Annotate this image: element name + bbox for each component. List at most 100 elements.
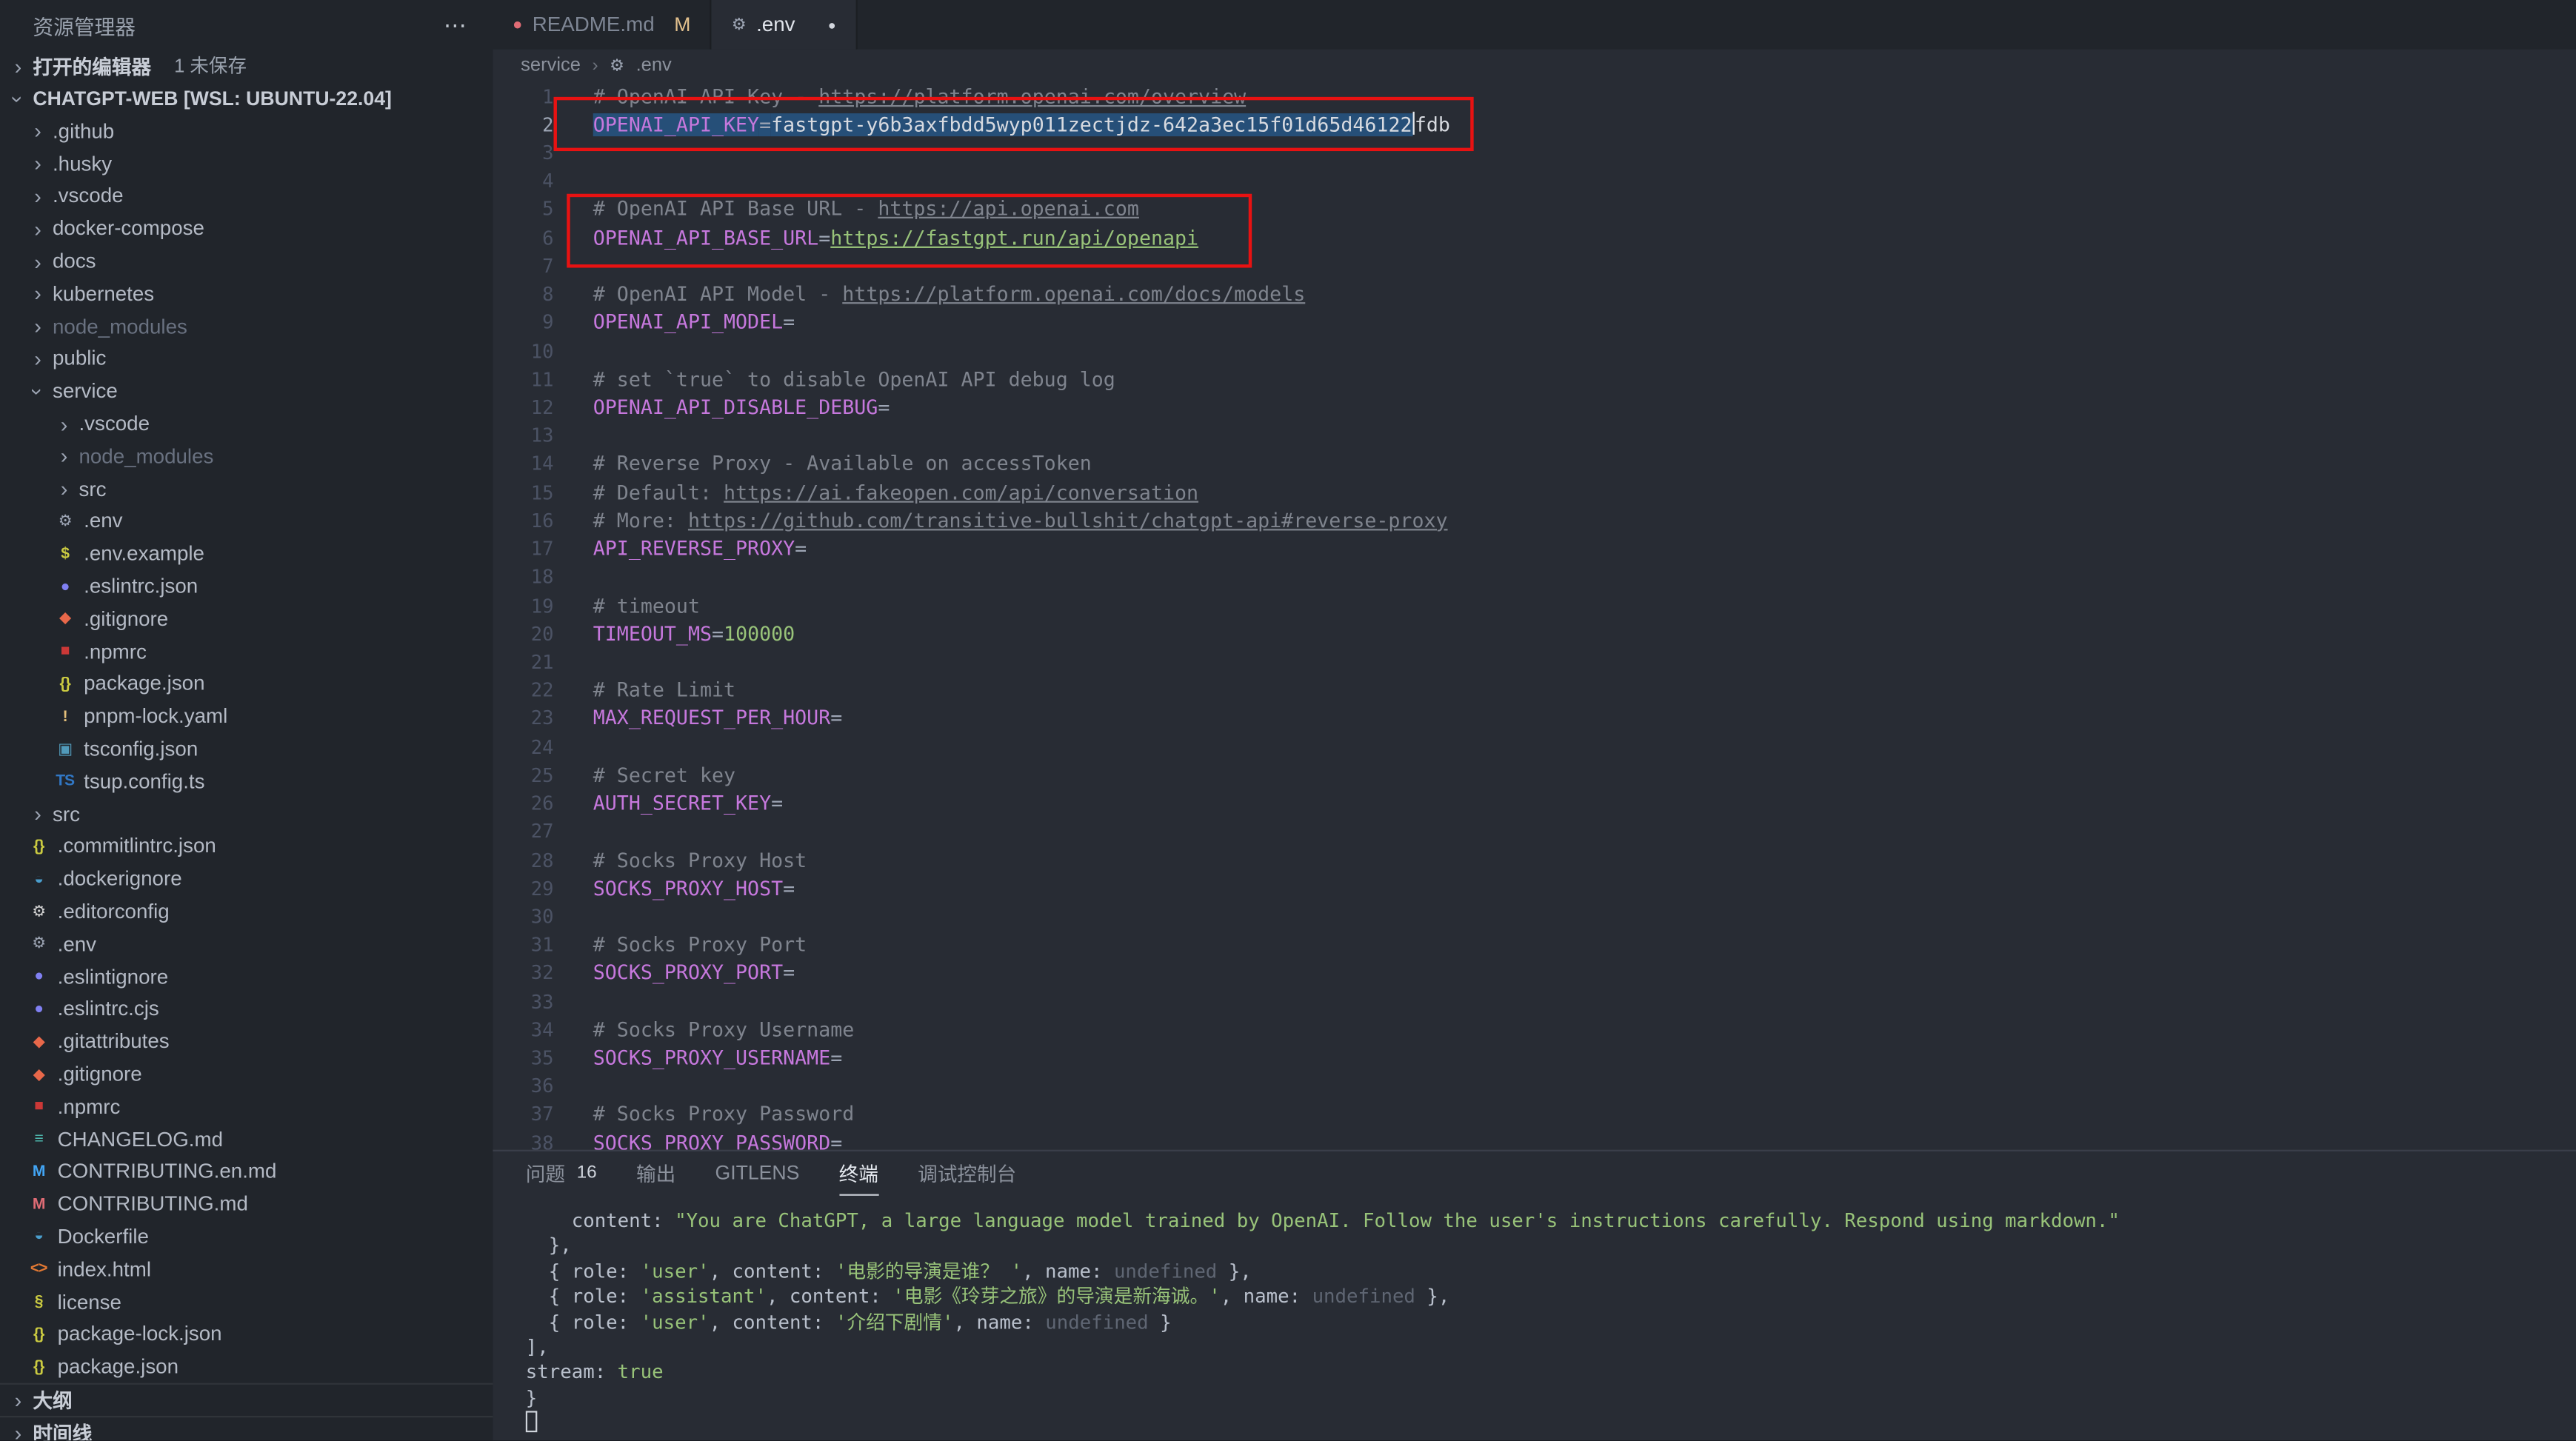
editor-line[interactable]: 9OPENAI_API_MODEL=	[493, 308, 2576, 336]
editor-line[interactable]: 31# Socks Proxy Port	[493, 931, 2576, 959]
editor-line[interactable]: 8# OpenAI API Model - https://platform.o…	[493, 280, 2576, 308]
tree-folder-.vscode[interactable]: ›.vscode	[0, 407, 493, 440]
editor-line[interactable]: 27	[493, 818, 2576, 846]
breadcrumb-item[interactable]: service	[521, 56, 581, 76]
tree-item-label: CONTRIBUTING.md	[58, 1193, 248, 1216]
tree-file-.gitignore[interactable]: ◆.gitignore	[0, 603, 493, 635]
editor-line[interactable]: 20TIMEOUT_MS=100000	[493, 620, 2576, 648]
editor-line[interactable]: 13	[493, 421, 2576, 449]
editor-line[interactable]: 21	[493, 648, 2576, 676]
editor-line[interactable]: 17API_REVERSE_PROXY=	[493, 535, 2576, 563]
editor-line[interactable]: 29SOCKS_PROXY_HOST=	[493, 874, 2576, 902]
panel-tab-terminal[interactable]: 终端	[839, 1151, 878, 1196]
tab-env[interactable]: ⚙.env●	[712, 0, 857, 50]
sidebar-section-timeline[interactable]: ›时间线	[0, 1416, 493, 1441]
editor-line[interactable]: 33	[493, 987, 2576, 1015]
panel-tab-debug-console[interactable]: 调试控制台	[918, 1151, 1016, 1196]
tree-file-package-lock.json[interactable]: {}package-lock.json	[0, 1318, 493, 1351]
terminal-token: "You are ChatGPT, a large language model…	[675, 1209, 2120, 1232]
panel-tab-problems[interactable]: 问题16	[526, 1151, 597, 1196]
tree-file-.commitlintrc.json[interactable]: {}.commitlintrc.json	[0, 830, 493, 863]
tree-file-package.json[interactable]: {}package.json	[0, 1351, 493, 1383]
tree-file-.eslintrc.json[interactable]: ●.eslintrc.json	[0, 570, 493, 603]
editor-line[interactable]: 3	[493, 138, 2576, 167]
tree-file-.npmrc[interactable]: ■.npmrc	[0, 635, 493, 668]
code-editor[interactable]: 1# OpenAI API Key - https://platform.ope…	[493, 82, 2576, 1150]
editor-line[interactable]: 32SOCKS_PROXY_PORT=	[493, 959, 2576, 987]
tree-item-label: .eslintignore	[58, 965, 169, 988]
open-editors-section-header[interactable]: › 打开的编辑器 1 未保存	[0, 50, 493, 82]
editor-line[interactable]: 12OPENAI_API_DISABLE_DEBUG=	[493, 393, 2576, 421]
tree-folder-public[interactable]: ›public	[0, 343, 493, 375]
tree-file-Dockerfile[interactable]: ◒Dockerfile	[0, 1220, 493, 1253]
editor-line[interactable]: 4	[493, 167, 2576, 195]
tree-folder-.vscode[interactable]: ›.vscode	[0, 180, 493, 213]
tab-readme[interactable]: ●README.mdM	[493, 0, 712, 50]
editor-line[interactable]: 36	[493, 1072, 2576, 1100]
workspace-section-header[interactable]: › CHATGPT-WEB [WSL: UBUNTU-22.04]	[0, 82, 493, 115]
tree-file-.eslintrc.cjs[interactable]: ●.eslintrc.cjs	[0, 993, 493, 1026]
tree-file-CHANGELOG.md[interactable]: ≡CHANGELOG.md	[0, 1123, 493, 1156]
tree-file-index.html[interactable]: <>index.html	[0, 1253, 493, 1285]
terminal-output[interactable]: content: "You are ChatGPT, a large langu…	[493, 1196, 2576, 1441]
tree-folder-node_modules[interactable]: ›node_modules	[0, 310, 493, 343]
editor-line[interactable]: 16# More: https://github.com/transitive-…	[493, 506, 2576, 535]
editor-line[interactable]: 28# Socks Proxy Host	[493, 846, 2576, 874]
tree-file-.npmrc[interactable]: ■.npmrc	[0, 1091, 493, 1123]
editor-line[interactable]: 10	[493, 337, 2576, 365]
tree-file-CONTRIBUTING.en.md[interactable]: MCONTRIBUTING.en.md	[0, 1155, 493, 1188]
editor-line[interactable]: 6OPENAI_API_BASE_URL=https://fastgpt.run…	[493, 224, 2576, 252]
editor-line[interactable]: 14# Reverse Proxy - Available on accessT…	[493, 449, 2576, 478]
tree-folder-kubernetes[interactable]: ›kubernetes	[0, 278, 493, 310]
tree-file-.gitattributes[interactable]: ◆.gitattributes	[0, 1026, 493, 1058]
chevron-right-icon: ›	[53, 444, 76, 469]
sidebar-section-outline[interactable]: ›大纲	[0, 1383, 493, 1416]
tree-folder-.husky[interactable]: ›.husky	[0, 147, 493, 180]
panel-tab-output[interactable]: 输出	[636, 1151, 675, 1196]
editor-line[interactable]: 30	[493, 903, 2576, 931]
editor-line[interactable]: 11# set `true` to disable OpenAI API deb…	[493, 365, 2576, 393]
tree-file-.editorconfig[interactable]: ⚙.editorconfig	[0, 895, 493, 928]
tree-folder-src[interactable]: ›src	[0, 472, 493, 505]
editor-line[interactable]: 26AUTH_SECRET_KEY=	[493, 789, 2576, 818]
tree-folder-node_modules[interactable]: ›node_modules	[0, 440, 493, 472]
editor-line[interactable]: 35SOCKS_PROXY_USERNAME=	[493, 1043, 2576, 1071]
editor-line[interactable]: 24	[493, 732, 2576, 760]
tree-folder-src[interactable]: ›src	[0, 798, 493, 830]
more-actions-icon[interactable]: ⋯	[444, 10, 470, 39]
tree-file-.gitignore[interactable]: ◆.gitignore	[0, 1058, 493, 1091]
editor-line[interactable]: 34# Socks Proxy Username	[493, 1015, 2576, 1043]
tree-file-tsconfig.json[interactable]: ▣tsconfig.json	[0, 733, 493, 766]
tree-folder-docker-compose[interactable]: ›docker-compose	[0, 213, 493, 245]
chevron-right-icon: ›	[26, 802, 49, 826]
tree-folder-service[interactable]: ›service	[0, 375, 493, 408]
tree-file-license[interactable]: §license	[0, 1285, 493, 1318]
breadcrumb-item[interactable]: .env	[636, 56, 672, 76]
tree-folder-.github[interactable]: ›.github	[0, 115, 493, 147]
editor-line[interactable]: 22# Rate Limit	[493, 676, 2576, 704]
tree-file-.env.example[interactable]: $.env.example	[0, 538, 493, 570]
tree-file-package.json[interactable]: {}package.json	[0, 668, 493, 701]
dirty-indicator-icon[interactable]: ●	[828, 17, 836, 32]
editor-line[interactable]: 2OPENAI_API_KEY=fastgpt-y6b3axfbdd5wyp01…	[493, 110, 2576, 138]
tree-file-CONTRIBUTING.md[interactable]: MCONTRIBUTING.md	[0, 1188, 493, 1220]
editor-line[interactable]: 23MAX_REQUEST_PER_HOUR=	[493, 704, 2576, 732]
tree-file-.eslintignore[interactable]: ●.eslintignore	[0, 960, 493, 993]
line-content: OPENAI_API_MODEL=	[593, 311, 795, 334]
editor-line[interactable]: 7	[493, 252, 2576, 280]
tree-folder-docs[interactable]: ›docs	[0, 245, 493, 278]
tree-file-.env[interactable]: ⚙.env	[0, 505, 493, 538]
editor-line[interactable]: 37# Socks Proxy Password	[493, 1100, 2576, 1129]
editor-line[interactable]: 38SOCKS_PROXY_PASSWORD=	[493, 1129, 2576, 1150]
editor-line[interactable]: 19# timeout	[493, 591, 2576, 619]
panel-tab-gitlens[interactable]: GITLENS	[715, 1151, 800, 1196]
tree-file-tsup.config.ts[interactable]: TStsup.config.ts	[0, 766, 493, 798]
editor-line[interactable]: 5# OpenAI API Base URL - https://api.ope…	[493, 195, 2576, 224]
editor-line[interactable]: 1# OpenAI API Key - https://platform.ope…	[493, 82, 2576, 110]
tree-file-pnpm-lock.yaml[interactable]: !pnpm-lock.yaml	[0, 701, 493, 733]
tree-file-.env[interactable]: ⚙.env	[0, 928, 493, 960]
editor-line[interactable]: 25# Secret key	[493, 761, 2576, 789]
tree-file-.dockerignore[interactable]: ◒.dockerignore	[0, 863, 493, 895]
editor-line[interactable]: 18	[493, 563, 2576, 591]
editor-line[interactable]: 15# Default: https://ai.fakeopen.com/api…	[493, 478, 2576, 506]
